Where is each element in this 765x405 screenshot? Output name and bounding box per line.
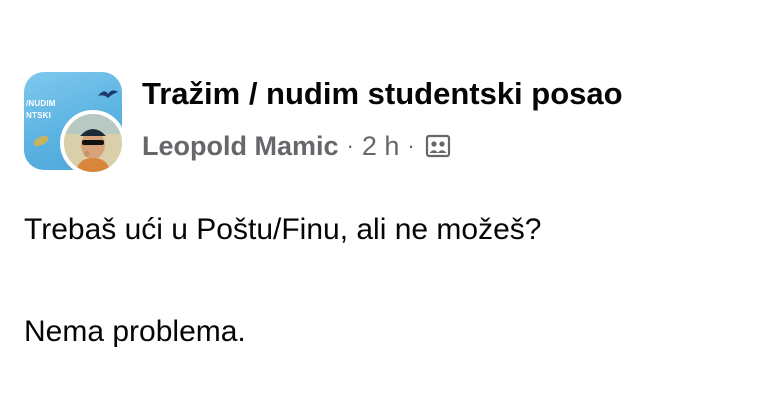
group-avatar-text-line2: NTSKI — [26, 111, 51, 120]
post-meta: Leopold Mamic · 2 h · — [142, 128, 451, 164]
post-timestamp-link[interactable]: 2 h — [362, 131, 400, 162]
post-text-line2: Nema problema. — [24, 315, 246, 348]
group-avatar-text: /NUDIM NTSKI — [26, 98, 56, 122]
user-photo-icon — [64, 114, 122, 172]
group-audience-icon[interactable] — [425, 133, 451, 159]
meta-separator: · — [346, 133, 354, 158]
group-name-link[interactable]: Tražim / nudim studentski posao — [142, 76, 623, 112]
leaf-icon — [33, 136, 49, 146]
post-text-line1: Trebaš ući u Poštu/Finu, ali ne možeš? — [24, 213, 542, 246]
user-avatar[interactable] — [60, 110, 126, 176]
bird-icon — [98, 90, 118, 98]
group-avatar-text-line1: /NUDIM — [26, 99, 56, 108]
meta-separator-2: · — [407, 133, 415, 158]
facebook-post: /NUDIM NTSKI Tražim / nudim studentski p… — [0, 0, 765, 405]
author-name-link[interactable]: Leopold Mamic — [142, 131, 339, 162]
